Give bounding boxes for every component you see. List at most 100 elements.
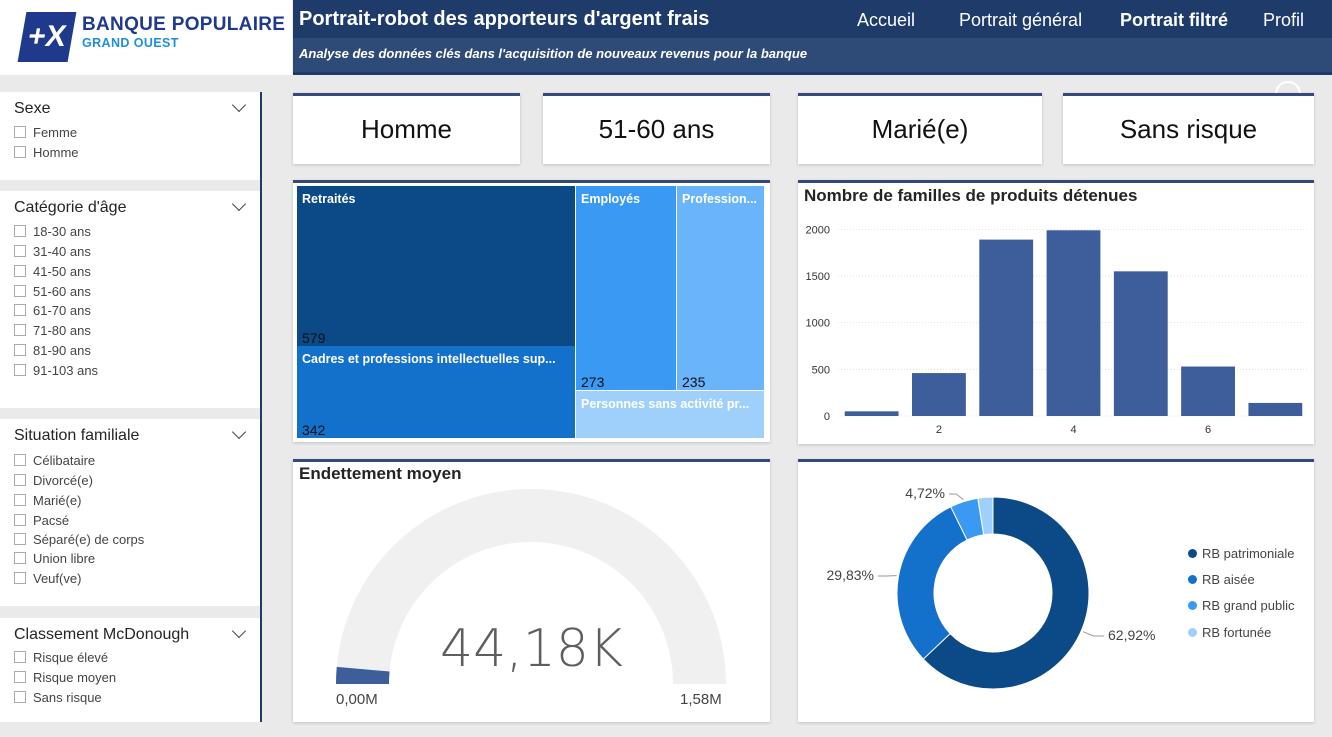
legend-item[interactable]: RB grand public [1188, 598, 1295, 613]
y-tick-label: 1500 [806, 271, 830, 283]
checkbox[interactable] [14, 572, 26, 584]
treemap-csp: Retraités 579 Cadres et professions intel… [293, 180, 770, 442]
slicer-option[interactable]: Marié(e) [14, 493, 81, 509]
chevron-down-icon[interactable] [231, 196, 247, 212]
checkbox[interactable] [14, 285, 26, 297]
slicer-option[interactable]: 81-90 ans [14, 343, 91, 359]
slicer-option[interactable]: 71-80 ans [14, 323, 91, 339]
y-tick-label: 2000 [806, 224, 830, 236]
header-bar: Portrait-robot des apporteurs d'argent f… [293, 0, 1332, 107]
donut-svg: 62,92% 29,83% 4,72% [827, 485, 1155, 690]
bar[interactable] [1181, 366, 1235, 416]
legend-item[interactable]: RB fortunée [1188, 625, 1271, 640]
chevron-down-icon[interactable] [231, 97, 247, 113]
slicer-situation-familiale: Situation familiale Célibataire Divorcé(… [0, 419, 260, 606]
bar[interactable] [1046, 230, 1101, 416]
slicer-categorie-age: Catégorie d'âge 18-30 ans 31-40 ans 41-5… [0, 191, 260, 408]
slicer-option[interactable]: Sans risque [14, 690, 102, 706]
donut-slice[interactable] [896, 506, 968, 660]
checkbox[interactable] [14, 651, 26, 663]
data-label: 4,72% [905, 485, 945, 501]
legend-dot [1188, 575, 1197, 584]
bar[interactable] [844, 411, 899, 416]
checkbox[interactable] [14, 533, 26, 545]
nav-profil[interactable]: Profil [1263, 10, 1304, 31]
checkbox[interactable] [14, 225, 26, 237]
slicer-option[interactable]: 18-30 ans [14, 224, 91, 240]
slicer-title: Situation familiale [14, 427, 140, 444]
slicer-option[interactable]: 41-50 ans [14, 264, 91, 280]
y-tick-label: 1000 [806, 318, 830, 330]
card-age: 51-60 ans [543, 93, 770, 164]
checkbox[interactable] [14, 265, 26, 277]
slicer-option[interactable]: Risque élevé [14, 650, 108, 666]
chevron-down-icon[interactable] [231, 424, 247, 440]
treemap-tile[interactable]: Employés 273 [576, 186, 676, 390]
gauge-svg [336, 489, 726, 684]
logo-mark: +X [17, 12, 77, 62]
checkbox[interactable] [14, 245, 26, 257]
x-tick-label: 6 [1205, 424, 1211, 436]
data-label: 29,83% [827, 567, 874, 583]
slicer-option[interactable]: 61-70 ans [14, 303, 91, 319]
slicer-option[interactable]: 91-103 ans [14, 363, 98, 379]
legend-item[interactable]: RB patrimoniale [1188, 546, 1295, 561]
slicer-title: Sexe [14, 100, 51, 117]
data-label-leader [949, 493, 964, 500]
bar[interactable] [1113, 271, 1168, 416]
card-value: Sans risque [1119, 114, 1258, 144]
checkbox[interactable] [14, 552, 26, 564]
page-subtitle: Analyse des données clés dans l'acquisit… [299, 46, 808, 61]
bar[interactable] [979, 239, 1034, 416]
checkbox[interactable] [14, 324, 26, 336]
x-tick-label: 4 [1070, 424, 1076, 436]
data-label: 62,92% [1108, 627, 1155, 643]
treemap-tile[interactable]: Cadres et professions intellectuelles su… [297, 346, 575, 438]
legend-dot [1188, 628, 1197, 637]
slicer-option[interactable]: Célibataire [14, 453, 95, 469]
gauge-max-label: 1,58M [680, 691, 722, 708]
y-tick-label: 500 [812, 364, 830, 376]
gauge-min-label: 0,00M [336, 691, 378, 708]
legend-item[interactable]: RB aisée [1188, 572, 1255, 587]
nav-portrait-filtre[interactable]: Portrait filtré [1120, 10, 1228, 31]
x-tick-label: 2 [936, 424, 942, 436]
treemap-tile[interactable]: Personnes sans activité pr... [576, 391, 764, 438]
checkbox[interactable] [14, 344, 26, 356]
donut-chart-segments: 62,92% 29,83% 4,72% RB patrimoniale RB ais… [798, 459, 1314, 722]
checkbox[interactable] [14, 364, 26, 376]
treemap-tile[interactable]: Profession... 235 [677, 186, 764, 390]
bar[interactable] [912, 373, 966, 416]
nav-accueil[interactable]: Accueil [857, 10, 915, 31]
checkbox[interactable] [14, 126, 26, 138]
gauge-endettement: Endettement moyen 44,18K 0,00M 1,58M [293, 459, 770, 722]
checkbox[interactable] [14, 514, 26, 526]
treemap-tile[interactable]: Retraités 579 [297, 186, 575, 346]
slicer-option[interactable]: 51-60 ans [14, 284, 91, 300]
slicer-panel: Sexe Femme Homme Catégorie d'âge 18-30 a… [0, 92, 262, 722]
data-label-leader [1082, 631, 1104, 637]
slicer-option[interactable]: Divorcé(e) [14, 473, 93, 489]
chevron-down-icon[interactable] [231, 623, 247, 639]
slicer-option[interactable]: 31-40 ans [14, 244, 91, 260]
nav-portrait-general[interactable]: Portrait général [959, 10, 1082, 31]
legend-dot [1188, 601, 1197, 610]
checkbox[interactable] [14, 474, 26, 486]
legend-dot [1188, 549, 1197, 558]
checkbox[interactable] [14, 691, 26, 703]
slicer-option[interactable]: Pacsé [14, 513, 69, 529]
checkbox[interactable] [14, 494, 26, 506]
slicer-option[interactable]: Risque moyen [14, 670, 116, 686]
slicer-option[interactable]: Union libre [14, 551, 95, 567]
subtitle-bar: Analyse des données clés dans l'acquisit… [293, 38, 1332, 107]
slicer-option[interactable]: Veuf(ve) [14, 571, 81, 587]
checkbox[interactable] [14, 454, 26, 466]
slicer-option[interactable]: Séparé(e) de corps [14, 532, 144, 548]
bar[interactable] [1248, 402, 1303, 416]
slicer-option[interactable]: Homme [14, 145, 79, 161]
checkbox[interactable] [14, 304, 26, 316]
checkbox[interactable] [14, 146, 26, 158]
checkbox[interactable] [14, 671, 26, 683]
card-value: Marié(e) [871, 114, 969, 144]
slicer-option[interactable]: Femme [14, 125, 77, 141]
